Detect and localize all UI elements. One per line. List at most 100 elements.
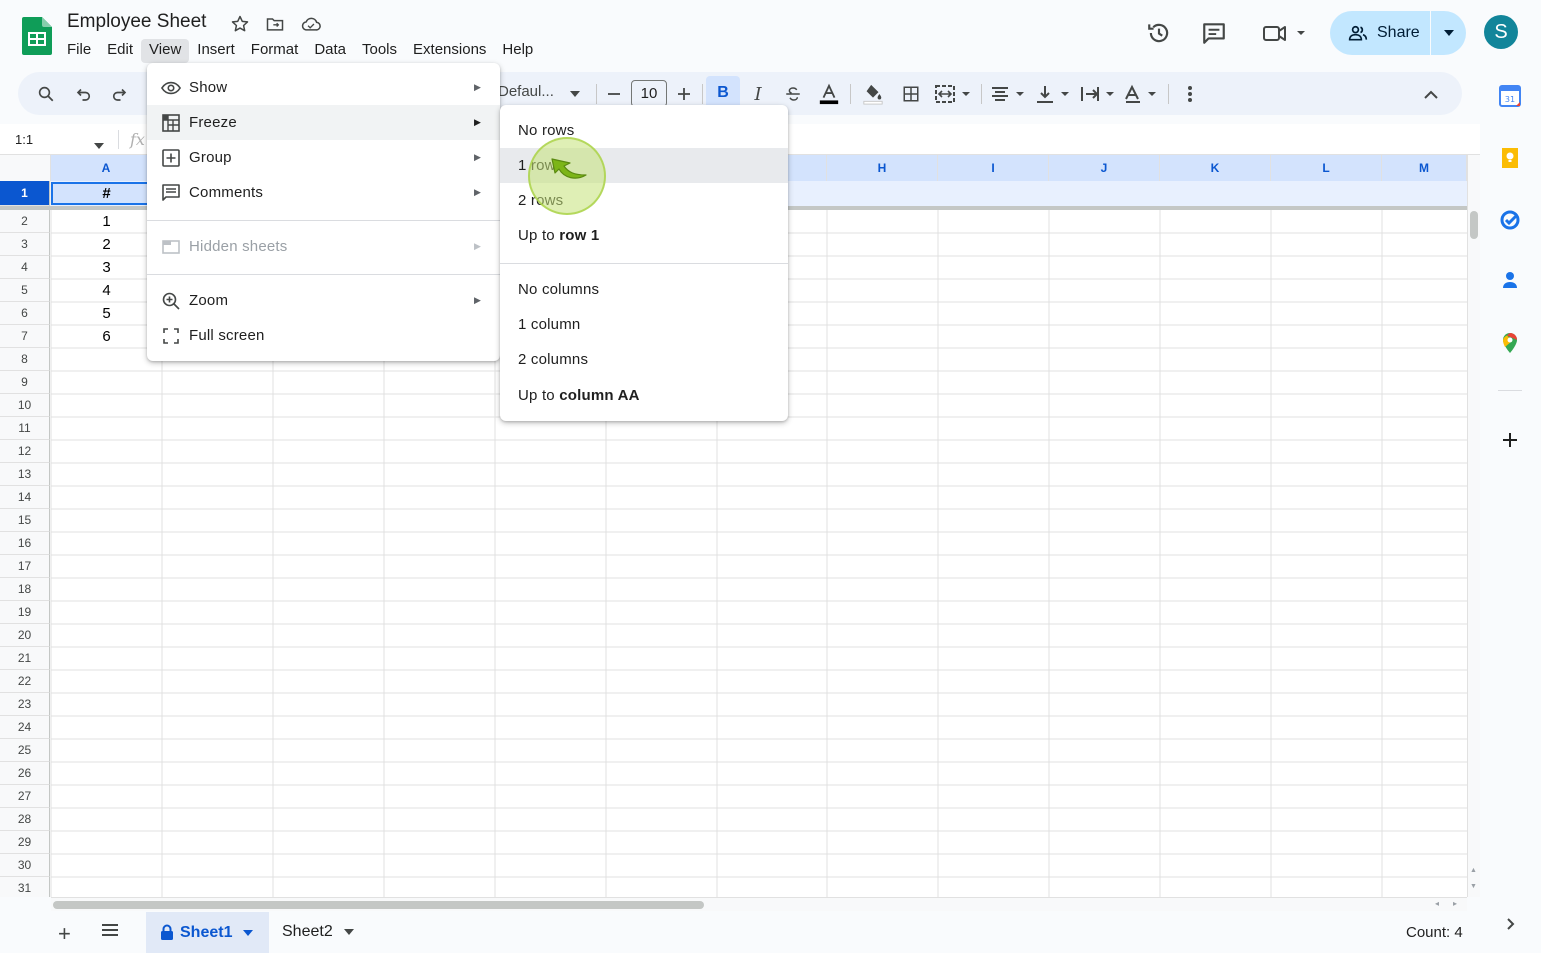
row-header[interactable]: 6 <box>0 302 50 325</box>
view-menu-show[interactable]: Show ▶ <box>147 70 500 105</box>
scroll-up-arrow-icon[interactable]: ▲ <box>1470 867 1477 874</box>
menu-insert[interactable]: Insert <box>189 39 243 63</box>
row-header[interactable]: 27 <box>0 785 50 808</box>
view-menu-group[interactable]: Group ▶ <box>147 140 500 175</box>
redo-icon[interactable] <box>105 80 133 108</box>
row-header[interactable]: 10 <box>0 394 50 417</box>
row-header[interactable]: 24 <box>0 716 50 739</box>
cell-a1[interactable]: # <box>51 185 162 202</box>
add-sheet-icon[interactable]: + <box>58 921 71 947</box>
row-header[interactable]: 4 <box>0 256 50 279</box>
view-menu-freeze[interactable]: Freeze ▶ <box>147 105 500 140</box>
row-header[interactable]: 17 <box>0 555 50 578</box>
column-header-l[interactable]: L <box>1271 155 1382 181</box>
menu-file[interactable]: File <box>59 39 99 63</box>
menu-extensions[interactable]: Extensions <box>405 39 494 63</box>
row-header[interactable]: 21 <box>0 647 50 670</box>
row-header[interactable]: 18 <box>0 578 50 601</box>
view-menu-full-screen[interactable]: Full screen <box>147 318 500 353</box>
move-folder-icon[interactable] <box>265 14 285 34</box>
row-header[interactable]: 22 <box>0 670 50 693</box>
column-header-k[interactable]: K <box>1160 155 1271 181</box>
row-header[interactable]: 11 <box>0 417 50 440</box>
share-dropdown-icon[interactable] <box>1431 30 1466 36</box>
view-menu-comments[interactable]: Comments ▶ <box>147 175 500 210</box>
horizontal-align-icon[interactable] <box>987 80 1029 108</box>
undo-icon[interactable] <box>70 80 98 108</box>
sheet-tab-sheet1[interactable]: Sheet1 <box>146 912 269 953</box>
row-header[interactable]: 30 <box>0 854 50 877</box>
get-addons-plus-icon[interactable] <box>1499 429 1521 451</box>
freeze-1-column[interactable]: 1 column <box>500 307 788 342</box>
sheet-tab-menu-icon[interactable] <box>343 929 354 935</box>
row-header[interactable]: 9 <box>0 371 50 394</box>
row-header[interactable]: 20 <box>0 624 50 647</box>
row-header[interactable]: 14 <box>0 486 50 509</box>
sheet-tab-sheet2[interactable]: Sheet2 <box>282 923 354 941</box>
sheet-tab-menu-icon[interactable] <box>243 929 254 936</box>
name-box[interactable]: 1:1 <box>15 132 33 147</box>
star-icon[interactable] <box>230 14 250 34</box>
search-menus-icon[interactable] <box>32 80 60 108</box>
column-header-m[interactable]: M <box>1382 155 1467 181</box>
select-all-corner[interactable] <box>0 155 51 181</box>
font-family-select[interactable]: Defaul... <box>498 83 554 100</box>
decrease-font-size-icon[interactable] <box>600 80 628 108</box>
fill-color-icon[interactable] <box>859 80 887 108</box>
row-header[interactable]: 19 <box>0 601 50 624</box>
font-family-dropdown-icon[interactable] <box>561 80 589 108</box>
horizontal-scroll-thumb[interactable] <box>53 901 704 909</box>
row-header[interactable]: 13 <box>0 463 50 486</box>
borders-icon[interactable] <box>897 80 925 108</box>
menu-tools[interactable]: Tools <box>354 39 405 63</box>
vertical-align-icon[interactable] <box>1032 80 1074 108</box>
vertical-scroll-thumb[interactable] <box>1470 211 1478 239</box>
horizontal-scrollbar[interactable]: ◂ ▸ <box>51 897 1467 911</box>
strikethrough-icon[interactable] <box>779 80 807 108</box>
avatar[interactable]: S <box>1484 15 1518 49</box>
meet-camera-icon[interactable] <box>1258 18 1308 48</box>
row-header[interactable]: 28 <box>0 808 50 831</box>
cell-a7[interactable]: 6 <box>51 328 162 345</box>
row-header[interactable]: 23 <box>0 693 50 716</box>
sheets-logo-icon[interactable] <box>22 17 52 55</box>
cell-a3[interactable]: 2 <box>51 236 162 253</box>
text-color-icon[interactable] <box>815 80 843 108</box>
merge-cells-icon[interactable] <box>932 80 976 108</box>
share-button[interactable]: Share <box>1330 11 1466 55</box>
row-header[interactable]: 29 <box>0 831 50 854</box>
freeze-up-to-column[interactable]: Up to column AA <box>500 378 788 413</box>
column-header-i[interactable]: I <box>938 155 1049 181</box>
share-main[interactable]: Share <box>1330 11 1430 55</box>
freeze-no-rows[interactable]: No rows <box>500 113 788 148</box>
expand-side-panel-icon[interactable] <box>1499 913 1521 935</box>
row-header[interactable]: 16 <box>0 532 50 555</box>
view-menu-zoom[interactable]: Zoom ▶ <box>147 283 500 318</box>
contacts-icon[interactable] <box>1499 269 1521 291</box>
cell-a4[interactable]: 3 <box>51 259 162 276</box>
freeze-2-columns[interactable]: 2 columns <box>500 342 788 377</box>
cell-a2[interactable]: 1 <box>51 213 162 230</box>
row-header[interactable]: 2 <box>0 210 50 233</box>
scroll-down-arrow-icon[interactable]: ▼ <box>1470 883 1477 890</box>
row-header[interactable]: 12 <box>0 440 50 463</box>
menu-help[interactable]: Help <box>494 39 541 63</box>
more-vert-icon[interactable] <box>1176 80 1204 108</box>
row-header[interactable]: 31 <box>0 877 50 897</box>
freeze-no-columns[interactable]: No columns <box>500 272 788 307</box>
italic-icon[interactable]: I <box>744 80 772 108</box>
row-header[interactable]: 25 <box>0 739 50 762</box>
menu-data[interactable]: Data <box>306 39 354 63</box>
row-header[interactable]: 1 <box>0 181 50 206</box>
row-header[interactable]: 3 <box>0 233 50 256</box>
menu-edit[interactable]: Edit <box>99 39 141 63</box>
collapse-toolbar-icon[interactable] <box>1417 80 1445 108</box>
version-history-icon[interactable] <box>1144 18 1174 48</box>
increase-font-size-icon[interactable] <box>670 80 698 108</box>
row-header[interactable]: 26 <box>0 762 50 785</box>
name-box-dropdown-icon[interactable] <box>94 136 104 154</box>
keep-icon[interactable] <box>1499 147 1521 169</box>
vertical-scrollbar[interactable]: ▲ ▼ <box>1467 155 1480 897</box>
row-header[interactable]: 15 <box>0 509 50 532</box>
column-header-j[interactable]: J <box>1049 155 1160 181</box>
